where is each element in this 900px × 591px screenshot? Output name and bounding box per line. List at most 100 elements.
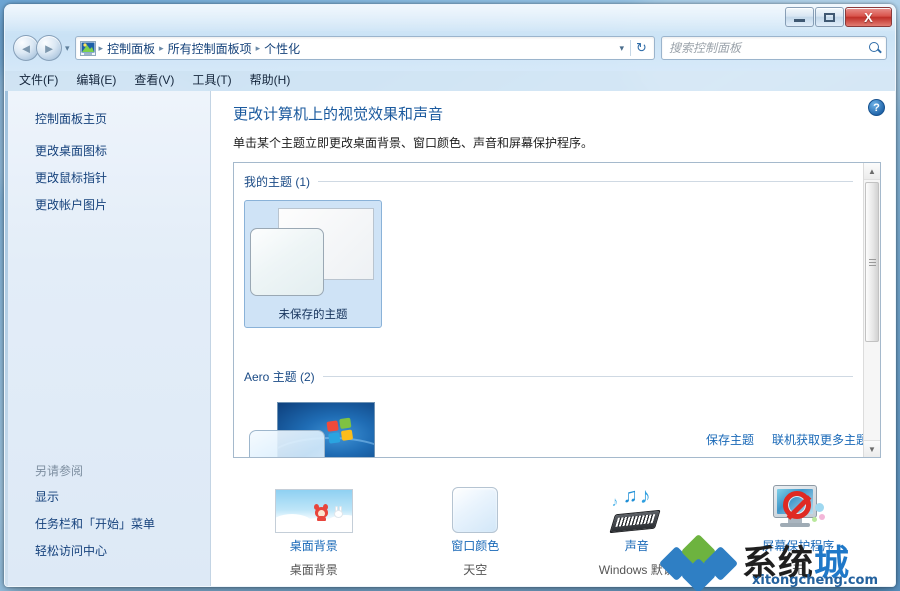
- music-note-icon: ♪: [611, 494, 619, 509]
- cloud-shape: [285, 522, 352, 532]
- setting-screen-saver[interactable]: 屏幕保护程序 无: [718, 481, 880, 578]
- breadcrumb-item-0[interactable]: 控制面板: [104, 39, 158, 58]
- sidebar-item-ease-of-access-center[interactable]: 轻松访问中心: [5, 537, 210, 564]
- setting-value: Windows 默认: [598, 563, 675, 577]
- minimize-button[interactable]: [785, 7, 814, 27]
- setting-label[interactable]: 窗口颜色: [395, 537, 557, 554]
- music-note-icon: ♪: [639, 483, 651, 508]
- recent-pages-dropdown-icon[interactable]: ▾: [65, 43, 70, 54]
- setting-label[interactable]: 声音: [556, 537, 718, 554]
- scroll-down-button[interactable]: ▼: [864, 440, 880, 457]
- window-color-swatch-icon: [395, 481, 557, 533]
- theme-thumbnail-aero: [249, 400, 375, 457]
- color-swatch: [452, 487, 499, 533]
- address-dropdown-icon[interactable]: ▾: [613, 43, 630, 54]
- screensaver-icon: [718, 481, 880, 533]
- sidebar: 控制面板主页 更改桌面图标 更改鼠标指针 更改帐户图片 另请参阅 显示 任务栏和…: [5, 91, 211, 586]
- sound-keyboard-notes-icon: ♪ ♫ ♪: [609, 483, 665, 534]
- setting-value: 无: [792, 563, 805, 577]
- window-body: 控制面板主页 更改桌面图标 更改鼠标指针 更改帐户图片 另请参阅 显示 任务栏和…: [5, 91, 895, 586]
- theme-group-label: 我的主题 (1): [244, 175, 311, 189]
- bubble-decor: [815, 503, 825, 512]
- control-panel-window: X ◄ ► ▾ ▸ 控制面板 ▸ 所有控制面板项 ▸ 个性化 ▾ ↻ 搜索控制面…: [4, 4, 896, 587]
- page-title: 更改计算机上的视觉效果和声音: [233, 106, 444, 123]
- bubble-decor: [812, 517, 818, 522]
- see-also-heading: 另请参阅: [35, 464, 84, 478]
- setting-window-color[interactable]: 窗口颜色 天空: [395, 481, 557, 578]
- maximize-button[interactable]: [815, 7, 844, 27]
- sidebar-item-taskbar-start-menu[interactable]: 任务栏和「开始」菜单: [5, 510, 210, 537]
- theme-thumb-window: [250, 228, 324, 296]
- minimize-icon: [794, 18, 805, 22]
- breadcrumb-item-1[interactable]: 所有控制面板项: [165, 39, 255, 58]
- menu-item-view[interactable]: 查看(V): [134, 71, 174, 88]
- theme-tile-unsaved[interactable]: 未保存的主题: [244, 200, 382, 328]
- setting-value: 天空: [463, 563, 488, 577]
- theme-box-links: 保存主题 联机获取更多主题: [706, 431, 868, 448]
- search-icon[interactable]: [868, 41, 882, 55]
- theme-tile-aero[interactable]: [244, 395, 382, 457]
- menu-item-help[interactable]: 帮助(H): [250, 71, 291, 88]
- window-controls: X: [785, 7, 892, 27]
- search-box[interactable]: [661, 36, 887, 60]
- close-button[interactable]: X: [845, 7, 892, 27]
- group-divider: [318, 181, 853, 182]
- theme-list-scrollbar[interactable]: ▲ ▼: [863, 163, 880, 457]
- theme-group-label-aero: Aero 主题 (2): [244, 370, 315, 384]
- theme-list-scroll-area: 我的主题 (1) 未保存的主题 Aero 主题 (2): [234, 163, 863, 457]
- sidebar-item-change-desktop-icons[interactable]: 更改桌面图标: [5, 137, 210, 164]
- desktop-background-thumbnail: [274, 489, 353, 533]
- setting-value: 桌面背景: [289, 563, 338, 577]
- theme-group-heading-my-themes: 我的主题 (1): [244, 173, 853, 190]
- cartoon-bunny-icon: [333, 506, 344, 519]
- back-arrow-icon: ◄: [19, 40, 33, 56]
- setting-desktop-background[interactable]: 桌面背景 桌面背景: [233, 481, 395, 578]
- theme-list-box: 我的主题 (1) 未保存的主题 Aero 主题 (2) 保存主题 联机获取更多主…: [233, 162, 881, 458]
- setting-sounds[interactable]: ♪ ♫ ♪ 声音 Windows 默认: [556, 481, 718, 578]
- refresh-icon[interactable]: ↻: [630, 40, 652, 56]
- menu-bar: 文件(F) 编辑(E) 查看(V) 工具(T) 帮助(H): [5, 67, 895, 91]
- page-subtitle: 单击某个主题立即更改桌面背景、窗口颜色、声音和屏幕保护程序。: [233, 136, 594, 150]
- music-note-icon: ♫: [622, 485, 638, 507]
- setting-label[interactable]: 桌面背景: [233, 537, 395, 554]
- glass-sheen: [5, 5, 895, 31]
- scroll-up-button[interactable]: ▲: [864, 163, 880, 180]
- breadcrumb: ▸ 控制面板 ▸ 所有控制面板项 ▸ 个性化: [98, 39, 614, 58]
- sound-icon: ♪ ♫ ♪: [556, 481, 718, 534]
- sidebar-item-change-account-picture[interactable]: 更改帐户图片: [5, 191, 210, 218]
- personalization-settings-row: 桌面背景 桌面背景 窗口颜色 天空 ♪ ♫ ♪ 声音 Windows 默认 屏幕…: [233, 481, 879, 578]
- help-icon[interactable]: ?: [868, 99, 885, 116]
- menu-item-edit[interactable]: 编辑(E): [76, 71, 116, 88]
- sidebar-item-change-mouse-pointers[interactable]: 更改鼠标指针: [5, 164, 210, 191]
- desktop-background-icon: [233, 481, 395, 533]
- content-pane: ? 更改计算机上的视觉效果和声音 单击某个主题立即更改桌面背景、窗口颜色、声音和…: [211, 91, 895, 586]
- windows-logo-icon: [326, 417, 355, 446]
- forward-button[interactable]: ►: [36, 35, 62, 61]
- keyboard-icon: [609, 509, 661, 534]
- maximize-icon: [824, 12, 835, 22]
- theme-thumbnail-unsaved: [250, 206, 376, 300]
- cartoon-cat-icon: [313, 504, 329, 521]
- forward-arrow-icon: ►: [42, 40, 56, 56]
- scrollbar-thumb[interactable]: [865, 182, 879, 342]
- get-more-themes-online-link[interactable]: 联机获取更多主题: [772, 431, 868, 448]
- setting-label[interactable]: 屏幕保护程序: [718, 537, 880, 554]
- address-bar[interactable]: ▸ 控制面板 ▸ 所有控制面板项 ▸ 个性化 ▾ ↻: [74, 36, 655, 60]
- monitor-base: [780, 523, 811, 527]
- aero-thumb-window: [249, 430, 325, 457]
- search-input[interactable]: [669, 41, 868, 55]
- control-panel-icon: [79, 40, 96, 56]
- menu-item-tools[interactable]: 工具(T): [192, 71, 231, 88]
- group-divider-aero: [322, 376, 853, 377]
- monitor-blocked-icon: [769, 483, 827, 533]
- save-theme-link[interactable]: 保存主题: [706, 431, 754, 448]
- see-also-section: 另请参阅 显示 任务栏和「开始」菜单 轻松访问中心: [5, 457, 210, 564]
- navigation-bar: ◄ ► ▾ ▸ 控制面板 ▸ 所有控制面板项 ▸ 个性化 ▾ ↻ 搜索控制面板: [5, 31, 895, 65]
- menu-item-file[interactable]: 文件(F): [19, 71, 58, 88]
- scrollbar-grip-icon: [868, 258, 876, 266]
- sidebar-item-display[interactable]: 显示: [5, 483, 210, 510]
- theme-group-heading-aero: Aero 主题 (2): [244, 368, 853, 385]
- sidebar-item-control-panel-home[interactable]: 控制面板主页: [5, 105, 210, 137]
- breadcrumb-item-2[interactable]: 个性化: [261, 39, 303, 58]
- bubble-decor: [819, 514, 826, 520]
